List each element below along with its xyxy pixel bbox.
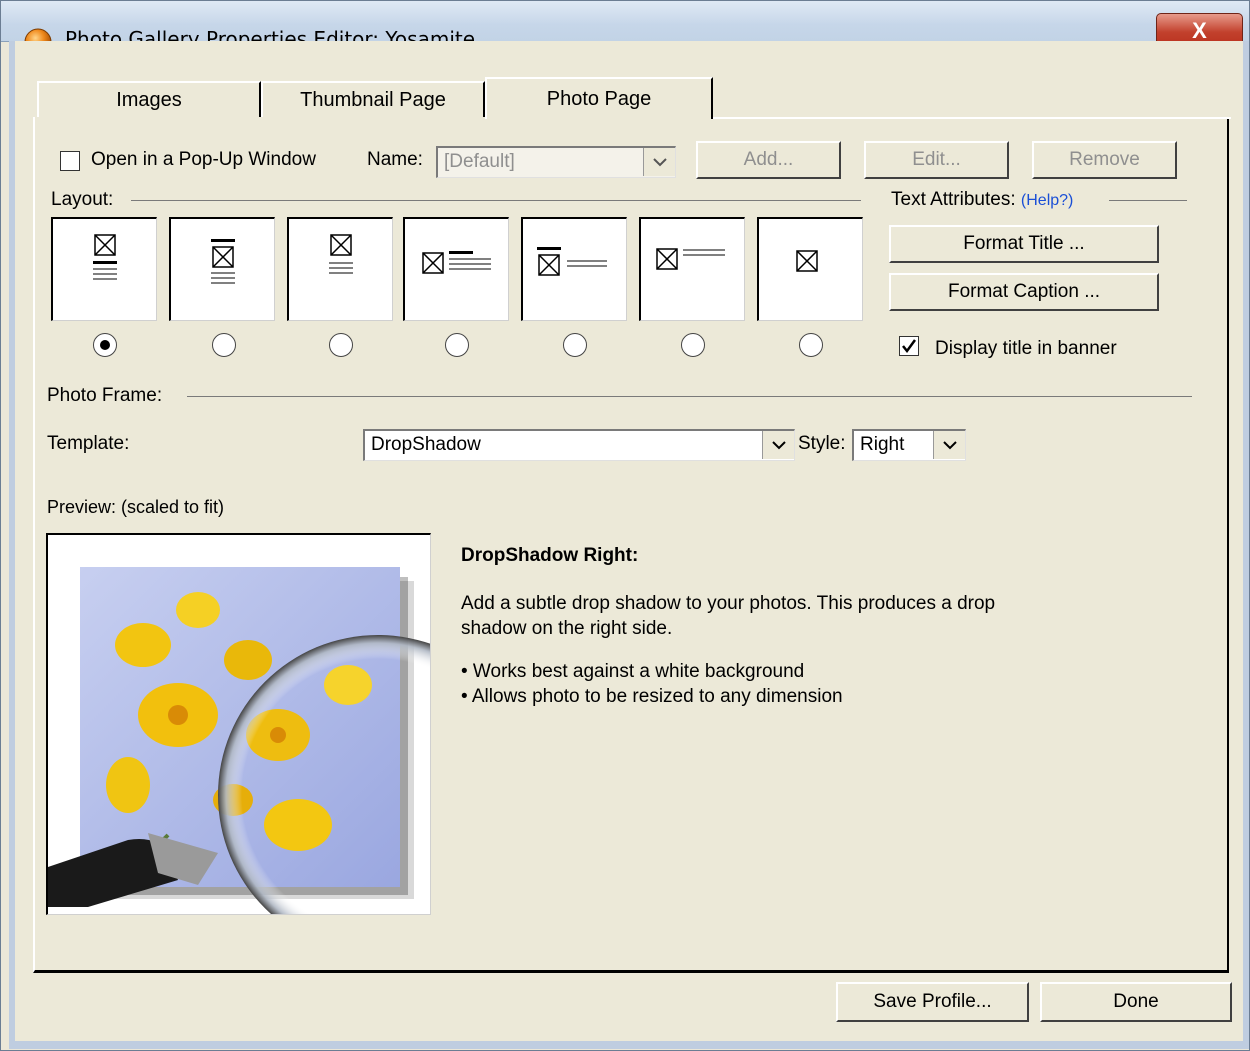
layout-image-top-text-below-icon — [93, 234, 117, 280]
close-icon: X — [1192, 17, 1207, 43]
text-attributes-label: Text Attributes: (Help?) — [891, 189, 1073, 211]
template-select[interactable]: DropShadow — [363, 429, 795, 461]
layout-image-only-icon — [796, 250, 818, 272]
tab-thumbnail-page[interactable]: Thumbnail Page — [261, 81, 485, 117]
layout-radio-4[interactable] — [445, 333, 469, 357]
layout-option-5[interactable] — [521, 217, 627, 321]
name-label: Name: — [367, 149, 423, 170]
tab-images-label: Images — [116, 88, 182, 111]
format-title-button[interactable]: Format Title ... — [889, 225, 1159, 263]
layout-image-text-no-title-icon — [329, 234, 353, 274]
display-title-checkbox[interactable] — [899, 336, 919, 356]
window-frame-bottom — [9, 1041, 1249, 1049]
display-title-label: Display title in banner — [935, 338, 1117, 359]
layout-image-left-text-right-icon — [422, 251, 491, 274]
description-bullet-2: • Allows photo to be resized to any dime… — [461, 686, 843, 707]
template-label: Template: — [47, 433, 130, 454]
popup-checkbox[interactable] — [60, 151, 80, 171]
layout-title-image-left-text-icon — [537, 247, 607, 276]
layout-option-2[interactable] — [169, 217, 275, 321]
tab-images[interactable]: Images — [37, 81, 261, 117]
done-button[interactable]: Done — [1040, 982, 1232, 1022]
description-bullet-1: • Works best against a white background — [461, 661, 805, 682]
description-line-2: shadow on the right side. — [461, 618, 673, 639]
radio-selected-dot — [100, 340, 110, 350]
preview-label: Preview: (scaled to fit) — [47, 497, 225, 517]
layout-radio-6[interactable] — [681, 333, 705, 357]
layout-radio-7[interactable] — [799, 333, 823, 357]
popup-label: Open in a Pop-Up Window — [91, 149, 316, 170]
layout-radio-2[interactable] — [212, 333, 236, 357]
layout-option-7[interactable] — [757, 217, 863, 321]
layout-option-6[interactable] — [639, 217, 745, 321]
dialog-window: Photo Gallery Properties Editor: Yosamit… — [0, 0, 1250, 1051]
preview-box — [46, 533, 431, 915]
preview-image — [48, 567, 430, 914]
tab-thumbnail-page-label: Thumbnail Page — [300, 88, 446, 111]
layout-radio-1[interactable] — [93, 333, 117, 357]
format-caption-button[interactable]: Format Caption ... — [889, 273, 1159, 311]
text-attributes-separator — [1109, 200, 1187, 201]
add-button[interactable]: Add... — [696, 141, 841, 179]
name-value: [Default] — [444, 151, 515, 172]
tab-photo-page[interactable]: Photo Page — [485, 77, 713, 119]
save-profile-button[interactable]: Save Profile... — [836, 982, 1029, 1022]
layout-image-left-lines-icon — [656, 248, 725, 270]
style-label: Style: — [798, 433, 846, 454]
layout-radio-5[interactable] — [563, 333, 587, 357]
edit-button[interactable]: Edit... — [864, 141, 1009, 179]
layout-label: Layout: — [51, 189, 114, 210]
tab-panel-top-edge — [713, 117, 1231, 119]
description-line-1: Add a subtle drop shadow to your photos.… — [461, 593, 996, 614]
help-link[interactable]: (Help?) — [1021, 192, 1073, 209]
photo-frame-label: Photo Frame: — [47, 385, 163, 406]
layout-option-3[interactable] — [287, 217, 393, 321]
photo-frame-separator — [187, 396, 1192, 397]
layout-option-1[interactable] — [51, 217, 157, 321]
chevron-down-icon[interactable] — [643, 148, 675, 176]
chevron-down-icon[interactable] — [933, 431, 965, 459]
style-select[interactable]: Right — [852, 429, 966, 461]
remove-button[interactable]: Remove — [1032, 141, 1177, 179]
text-attributes-text: Text Attributes: — [891, 189, 1016, 210]
layout-separator — [131, 200, 861, 201]
template-value: DropShadow — [371, 434, 481, 455]
layout-option-4[interactable] — [403, 217, 509, 321]
style-value: Right — [860, 434, 905, 455]
description-heading: DropShadow Right: — [461, 545, 639, 566]
window-frame-right — [1243, 41, 1249, 1041]
name-select[interactable]: [Default] — [436, 146, 676, 178]
layout-radio-3[interactable] — [329, 333, 353, 357]
layout-title-image-text-icon — [211, 239, 235, 284]
tab-photo-page-label: Photo Page — [546, 87, 652, 110]
chevron-down-icon[interactable] — [762, 431, 794, 459]
checkmark-icon — [902, 339, 917, 354]
